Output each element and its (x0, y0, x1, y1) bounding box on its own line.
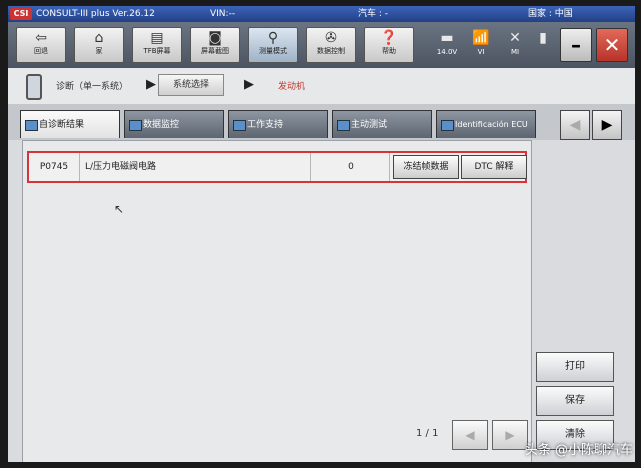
minimize-button[interactable]: – (560, 28, 592, 62)
country-label: 国家 : 中国 (528, 9, 573, 19)
recorder-icon: ✇ (325, 30, 337, 46)
freeze-frame-button[interactable]: 冻结帧数据 (393, 155, 459, 179)
app-logo: CSI (10, 8, 32, 20)
car-battery-icon: ▬ (440, 30, 454, 46)
tab-active-test[interactable]: 主动测试 (332, 110, 432, 138)
back-button[interactable]: ⇦ 回退 (16, 27, 66, 63)
tab-icon (25, 120, 38, 131)
tab-bar: 自诊断结果 数据监控 工作支持 主动测试 Identificación ECU … (8, 104, 635, 140)
page-prev-button[interactable]: ◀ (452, 420, 488, 450)
back-icon: ⇦ (35, 30, 47, 46)
breadcrumb: 诊断（单一系统） ▶ 系统选择 ▶ 发动机 (8, 68, 635, 105)
chevron-left-icon: ◀ (569, 117, 581, 133)
close-icon: ✕ (603, 33, 621, 57)
tab-icon (337, 120, 350, 131)
consult-window: CSI CONSULT-III plus Ver.26.12 VIN:-- 汽车… (8, 6, 635, 462)
vin-label: VIN:-- (210, 9, 236, 19)
dtc-code: P0745 (29, 153, 80, 181)
tab-self-diagnosis[interactable]: 自诊断结果 (20, 110, 120, 138)
battery-icon: ▮ (539, 30, 547, 46)
battery-status: ▬ 14.0V (430, 28, 464, 62)
close-button[interactable]: ✕ (596, 28, 628, 62)
chevron-left-icon: ◀ (465, 428, 475, 442)
breadcrumb-arrow-icon: ▶ (244, 77, 254, 92)
vehicle-label: 汽车 : - (358, 9, 389, 19)
print-button[interactable]: 打印 (536, 352, 614, 382)
print-icon: ▤ (150, 30, 164, 46)
save-button[interactable]: 保存 (536, 386, 614, 416)
dtc-count: 0 (313, 153, 390, 181)
screenshot-button[interactable]: ◙ 屏幕截图 (190, 27, 240, 63)
chevron-right-icon: ▶ (601, 117, 613, 133)
vi-status: 📶 VI (464, 28, 498, 62)
table-row[interactable]: P0745 L/压力电磁阀电路 0 冻结帧数据 DTC 解释 (27, 151, 527, 183)
tab-ecu-identification[interactable]: Identificación ECU (436, 110, 536, 138)
signal-icon: 📶 (472, 30, 490, 46)
mouse-cursor-icon: ↖ (114, 202, 125, 216)
tab-icon (233, 120, 246, 131)
page-next-button[interactable]: ▶ (492, 420, 528, 450)
breadcrumb-diagnosis[interactable]: 诊断（单一系统） (56, 79, 128, 92)
measure-mode-button[interactable]: ⚲ 测量模式 (248, 27, 298, 63)
tab-next-button[interactable]: ▶ (592, 110, 622, 140)
tab-icon (441, 120, 454, 131)
home-button[interactable]: ⌂ 家 (74, 27, 124, 63)
home-icon: ⌂ (94, 30, 104, 46)
toolbar: ⇦ 回退 ⌂ 家 ▤ TFB屏幕 ◙ 屏幕截图 ⚲ 测量模式 ✇ 数据控制 ❓ … (8, 22, 635, 68)
help-icon: ❓ (380, 30, 398, 46)
measure-icon: ⚲ (267, 30, 279, 46)
breadcrumb-system-select[interactable]: 系统选择 (158, 74, 225, 96)
dtc-result-panel: P0745 L/压力电磁阀电路 0 冻结帧数据 DTC 解释 (22, 140, 532, 462)
device-icon (26, 74, 42, 100)
breadcrumb-arrow-icon: ▶ (146, 77, 156, 92)
tfb-screen-button[interactable]: ▤ TFB屏幕 (132, 27, 182, 63)
tab-icon (129, 120, 142, 131)
tab-work-support[interactable]: 工作支持 (228, 110, 328, 138)
dtc-description: L/压力电磁阀电路 (81, 153, 311, 181)
tab-prev-button[interactable]: ◀ (560, 110, 590, 140)
tab-data-monitor[interactable]: 数据监控 (124, 110, 224, 138)
chevron-right-icon: ▶ (505, 428, 515, 442)
breadcrumb-engine: 发动机 (278, 82, 306, 92)
power-status: ▮ (526, 28, 560, 62)
title-bar: CSI CONSULT-III plus Ver.26.12 VIN:-- 汽车… (8, 6, 635, 22)
camera-icon: ◙ (208, 30, 222, 46)
data-control-button[interactable]: ✇ 数据控制 (306, 27, 356, 63)
minimize-icon: – (571, 33, 581, 57)
help-button[interactable]: ❓ 帮助 (364, 27, 414, 63)
dtc-explain-button[interactable]: DTC 解释 (461, 155, 527, 179)
app-title: CONSULT-III plus Ver.26.12 (36, 9, 155, 19)
watermark: 头条 @小陈聊汽车 (524, 443, 633, 458)
page-indicator: 1 / 1 (416, 428, 439, 439)
